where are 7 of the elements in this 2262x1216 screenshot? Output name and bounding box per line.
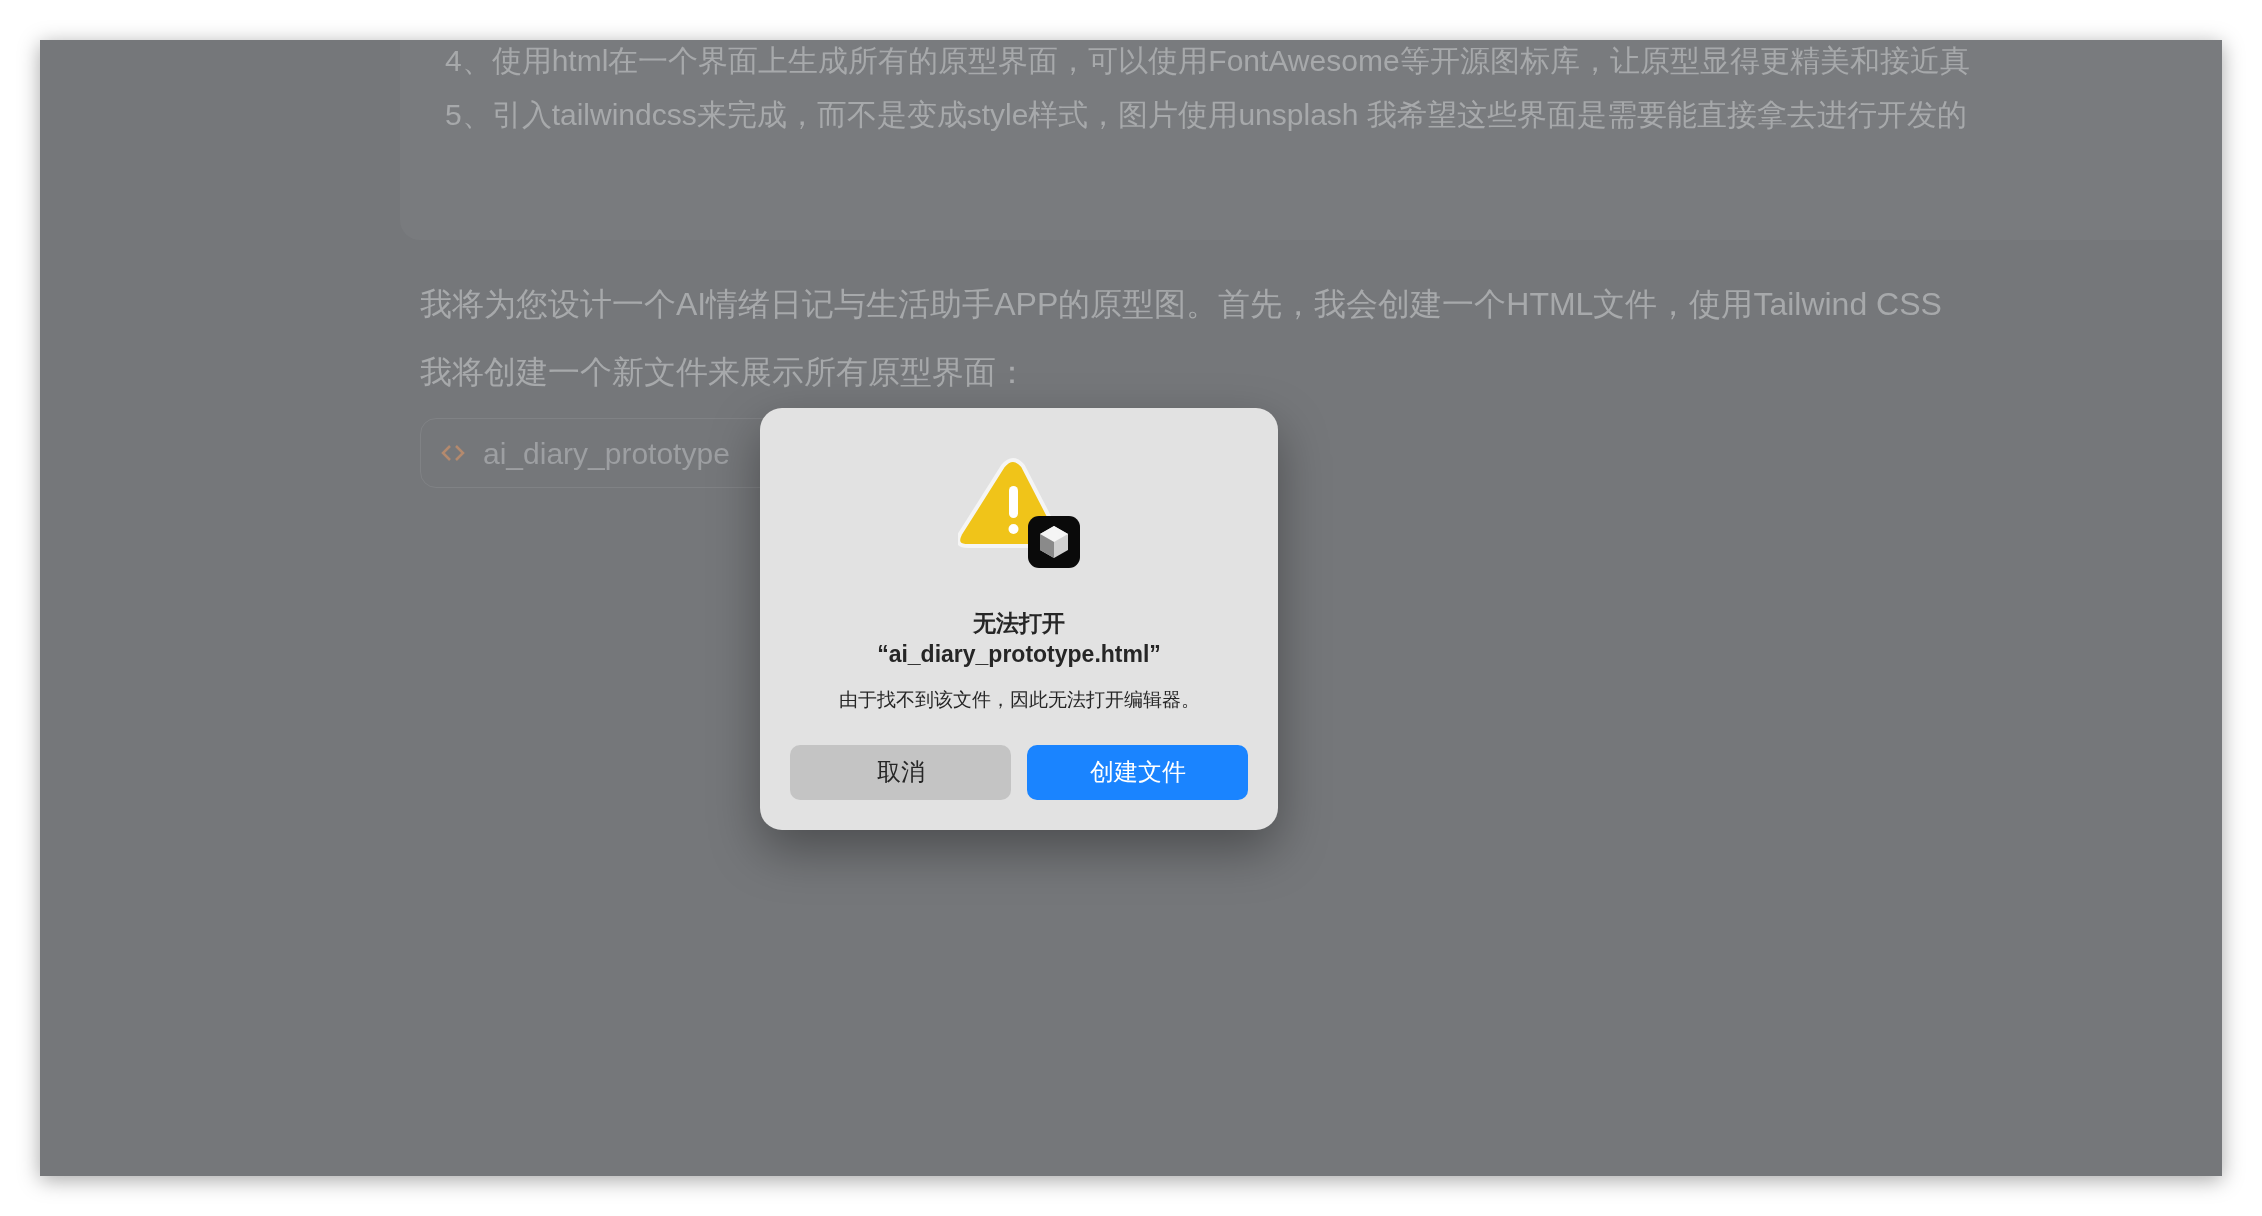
code-icon bbox=[441, 444, 465, 462]
dialog-title: 无法打开 bbox=[973, 609, 1065, 638]
dialog-message: 由于找不到该文件，因此无法打开编辑器。 bbox=[838, 688, 1200, 712]
dialog-filename: “ai_diary_prototype.html” bbox=[877, 640, 1161, 669]
cancel-button[interactable]: 取消 bbox=[790, 744, 1011, 800]
warning-icon bbox=[958, 458, 1080, 568]
create-file-button[interactable]: 创建文件 bbox=[1027, 744, 1248, 800]
